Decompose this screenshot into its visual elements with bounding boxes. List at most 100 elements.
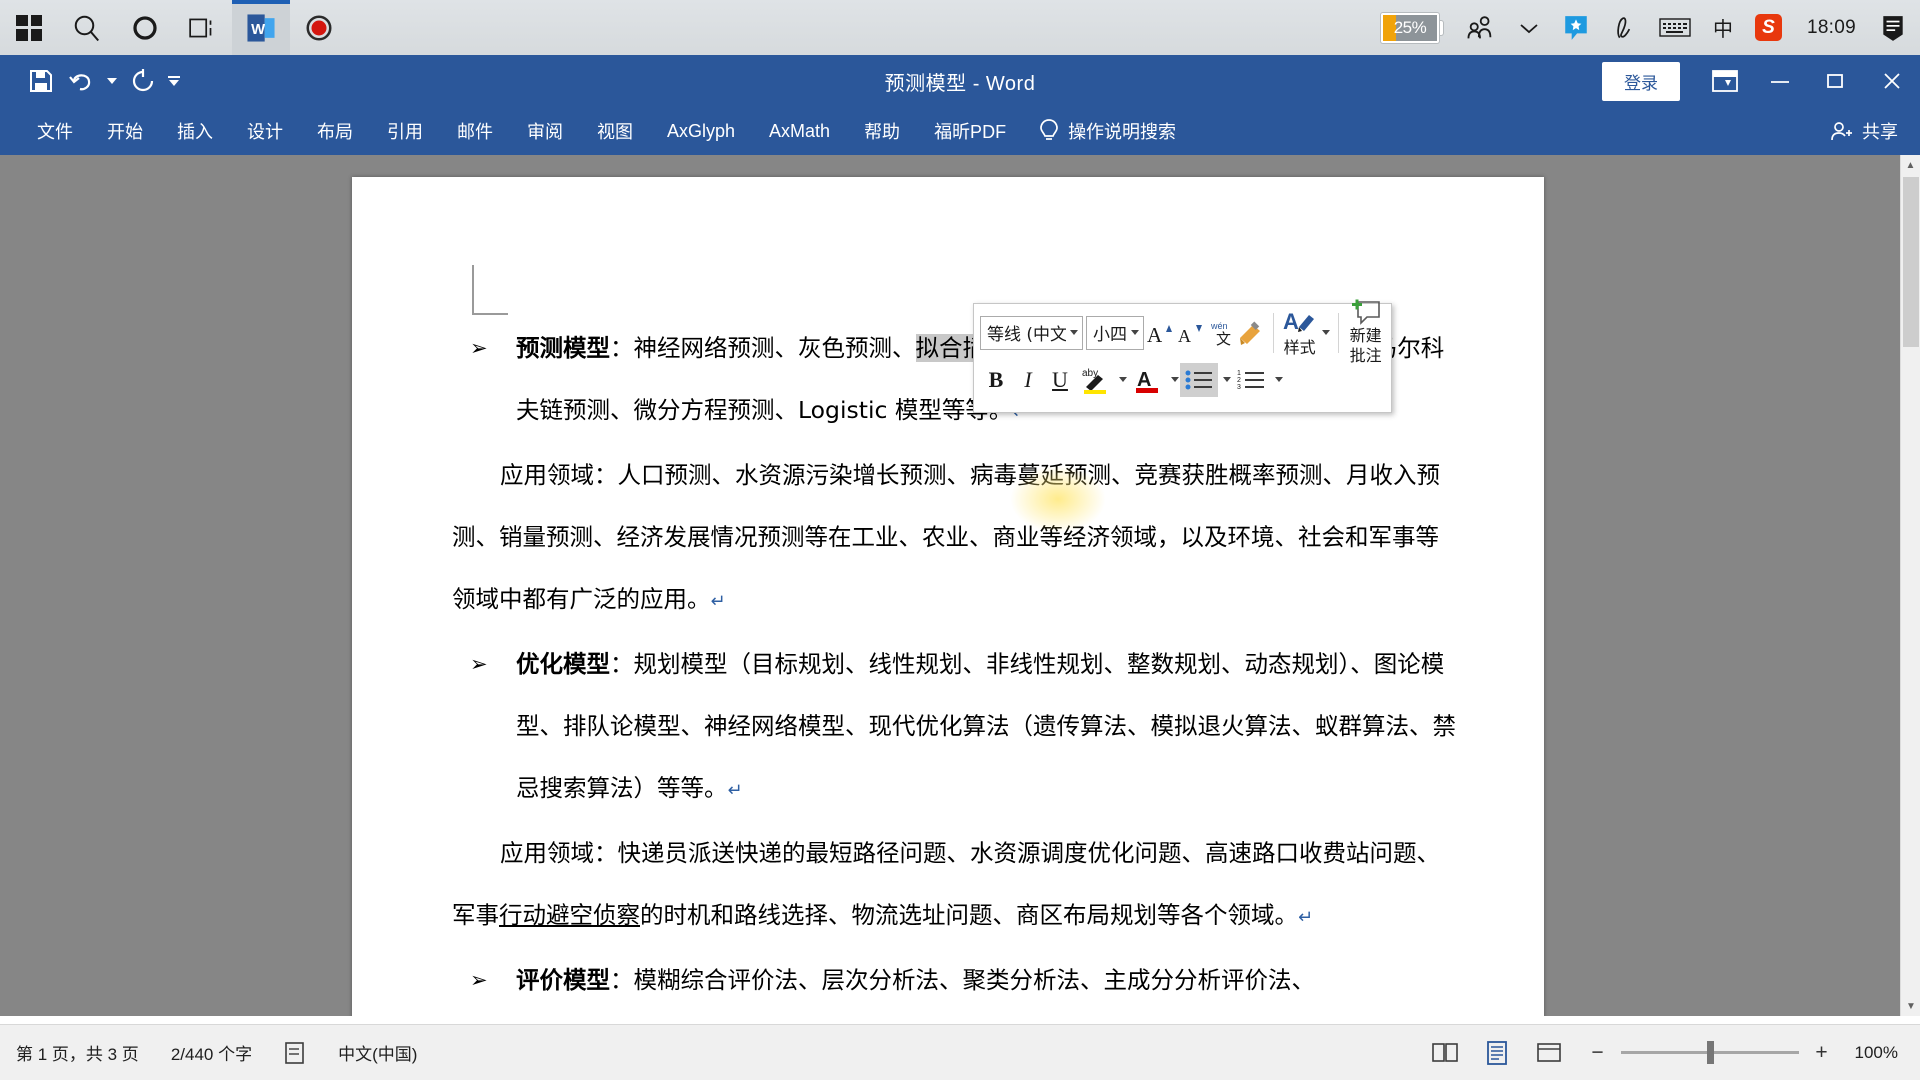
- chevron-down-icon: [1223, 377, 1231, 382]
- scroll-down-arrow[interactable]: ▼: [1901, 996, 1920, 1016]
- word-taskbar-button[interactable]: W: [232, 0, 290, 55]
- read-mode-button[interactable]: [1419, 1025, 1471, 1080]
- chevron-down-icon: [1322, 330, 1330, 335]
- tab-mailings[interactable]: 邮件: [440, 107, 510, 155]
- undo-button[interactable]: [62, 62, 100, 100]
- mini-formatting-toolbar[interactable]: 等线 (中文 小四 A A: [973, 303, 1392, 413]
- task-view-button[interactable]: [174, 0, 232, 55]
- chevron-down-icon: [1171, 377, 1179, 382]
- grow-font-button[interactable]: A: [1147, 316, 1177, 350]
- font-name-combobox[interactable]: 等线 (中文: [980, 316, 1083, 350]
- tab-design[interactable]: 设计: [230, 107, 300, 155]
- tab-references[interactable]: 引用: [370, 107, 440, 155]
- chevron-down-icon: [1119, 377, 1127, 382]
- cortana-button[interactable]: [116, 0, 174, 55]
- title-bar-right: 登录: [1602, 55, 1920, 107]
- tab-help[interactable]: 帮助: [847, 107, 917, 155]
- numbering-dropdown[interactable]: [1270, 363, 1284, 397]
- clock[interactable]: 18:09: [1793, 17, 1870, 39]
- format-painter-button[interactable]: [1237, 316, 1265, 350]
- zoom-level-button[interactable]: 100%: [1845, 1043, 1920, 1063]
- lightbulb-icon: [1039, 118, 1059, 144]
- search-button[interactable]: [58, 0, 116, 55]
- ribbon-display-options-button[interactable]: [1698, 55, 1752, 107]
- redo-button[interactable]: [124, 62, 162, 100]
- close-button[interactable]: [1864, 55, 1920, 107]
- italic-button[interactable]: I: [1012, 363, 1044, 397]
- font-color-dropdown[interactable]: [1166, 363, 1180, 397]
- bullets-button[interactable]: [1180, 363, 1218, 397]
- pilcrow-mark: ↵: [711, 591, 726, 612]
- undo-dropdown[interactable]: [102, 62, 122, 100]
- taskbar-apps: W: [0, 0, 348, 55]
- pilcrow-mark: ↵: [1298, 907, 1313, 928]
- tab-axglyph[interactable]: AxGlyph: [650, 107, 752, 155]
- sogou-input-icon[interactable]: S: [1744, 0, 1793, 55]
- font-size-combobox[interactable]: 小四: [1086, 316, 1144, 350]
- proofing-status-button[interactable]: [268, 1041, 322, 1065]
- touch-keyboard-icon[interactable]: [1648, 0, 1702, 55]
- zoom-thumb[interactable]: [1707, 1041, 1714, 1064]
- word-count[interactable]: 2/440 个字: [155, 1040, 268, 1065]
- web-layout-button[interactable]: [1523, 1025, 1575, 1080]
- screen: W 25%: [0, 0, 1920, 1080]
- svg-text:A: A: [1178, 326, 1191, 346]
- bold-button[interactable]: B: [980, 363, 1012, 397]
- zoom-out-button[interactable]: −: [1587, 1041, 1609, 1065]
- zoom-slider[interactable]: − +: [1575, 1041, 1845, 1065]
- tell-me-search[interactable]: 操作说明搜索: [1023, 118, 1176, 144]
- zoom-in-button[interactable]: +: [1811, 1041, 1833, 1065]
- system-tray: 25%: [1370, 0, 1920, 55]
- chevron-down-icon: [1275, 377, 1283, 382]
- numbering-button[interactable]: 123: [1232, 363, 1270, 397]
- start-button[interactable]: [0, 0, 58, 55]
- save-button[interactable]: [22, 62, 60, 100]
- ime-chinese-icon[interactable]: 中: [1702, 0, 1744, 55]
- highlight-dropdown[interactable]: [1114, 363, 1128, 397]
- tab-axmath[interactable]: AxMath: [752, 107, 847, 155]
- share-button[interactable]: 共享: [1830, 118, 1898, 144]
- minimize-icon: [1769, 74, 1791, 88]
- tab-review[interactable]: 审阅: [510, 107, 580, 155]
- pen-signature-icon[interactable]: [1600, 0, 1648, 55]
- save-icon: [29, 69, 53, 93]
- accessibility-badge-icon[interactable]: [1552, 0, 1600, 55]
- tab-file[interactable]: 文件: [20, 107, 90, 155]
- sign-in-button[interactable]: 登录: [1602, 62, 1680, 101]
- document-hyperlink[interactable]: 行动避空侦察: [499, 901, 640, 929]
- language-indicator[interactable]: 中文(中国): [322, 1040, 433, 1065]
- scroll-up-arrow[interactable]: ▲: [1901, 155, 1920, 175]
- page-indicator[interactable]: 第 1 页，共 3 页: [0, 1040, 155, 1065]
- phonetic-guide-button[interactable]: wén 文: [1207, 316, 1237, 350]
- styles-icon: A: [1283, 307, 1317, 339]
- share-person-icon: [1830, 120, 1854, 142]
- show-hidden-icons-chevron[interactable]: [1506, 0, 1552, 55]
- customize-quick-access-button[interactable]: [164, 62, 184, 100]
- text-highlight-button[interactable]: aby: [1076, 363, 1114, 397]
- tab-home[interactable]: 开始: [90, 107, 160, 155]
- styles-dropdown[interactable]: [1318, 316, 1330, 350]
- underline-button[interactable]: U: [1044, 363, 1076, 397]
- minimize-button[interactable]: [1752, 55, 1808, 107]
- print-layout-button[interactable]: [1471, 1025, 1523, 1080]
- bullets-dropdown[interactable]: [1218, 363, 1232, 397]
- shrink-font-button[interactable]: A: [1177, 316, 1207, 350]
- scrollbar-thumb[interactable]: [1903, 177, 1919, 347]
- zoom-track[interactable]: [1621, 1051, 1799, 1054]
- people-icon[interactable]: [1454, 0, 1506, 55]
- font-color-button[interactable]: A: [1128, 363, 1166, 397]
- notification-icon[interactable]: [1870, 0, 1916, 55]
- tab-view[interactable]: 视图: [580, 107, 650, 155]
- svg-text:A: A: [1283, 309, 1299, 334]
- vertical-scrollbar[interactable]: ▲ ▼: [1900, 155, 1920, 1016]
- screen-recorder-button[interactable]: [290, 0, 348, 55]
- font-color-icon: A: [1133, 365, 1161, 395]
- tab-insert[interactable]: 插入: [160, 107, 230, 155]
- restore-button[interactable]: [1808, 55, 1864, 107]
- tab-foxit-pdf[interactable]: 福昕PDF: [917, 107, 1023, 155]
- paragraph-forecast-applications: 应用领域：人口预测、水资源污染增长预测、病毒蔓延预测、竞赛获胜概率预测、月收入预…: [452, 444, 1456, 633]
- cortana-circle-icon: [130, 13, 160, 43]
- battery-indicator[interactable]: 25%: [1370, 0, 1454, 55]
- bullet-marker: ➢: [470, 949, 516, 1011]
- tab-layout[interactable]: 布局: [300, 107, 370, 155]
